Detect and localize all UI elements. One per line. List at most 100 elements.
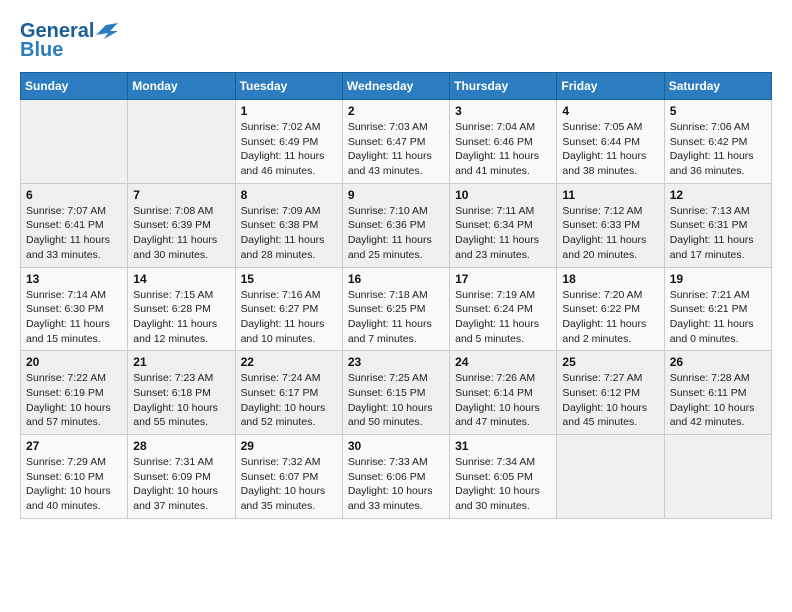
weekday-header-row: SundayMondayTuesdayWednesdayThursdayFrid… <box>21 73 772 100</box>
day-number: 16 <box>348 272 444 286</box>
week-row-1: 1Sunrise: 7:02 AM Sunset: 6:49 PM Daylig… <box>21 100 772 184</box>
day-info: Sunrise: 7:21 AM Sunset: 6:21 PM Dayligh… <box>670 288 766 347</box>
day-number: 30 <box>348 439 444 453</box>
day-info: Sunrise: 7:29 AM Sunset: 6:10 PM Dayligh… <box>26 455 122 514</box>
day-cell: 10 Sunrise: 7:11 AM Sunset: 6:34 PM Dayli… <box>450 183 557 267</box>
day-cell: 22Sunrise: 7:24 AM Sunset: 6:17 PM Dayli… <box>235 351 342 435</box>
day-number: 31 <box>455 439 551 453</box>
week-row-2: 6 Sunrise: 7:07 AM Sunset: 6:41 PM Daylig… <box>21 183 772 267</box>
day-info: Sunrise: 7:11 AM Sunset: 6:34 PM Dayligh… <box>455 204 551 263</box>
day-number: 4 <box>562 104 658 118</box>
day-number: 25 <box>562 355 658 369</box>
day-cell: 18 Sunrise: 7:20 AM Sunset: 6:22 PM Dayli… <box>557 267 664 351</box>
day-number: 26 <box>670 355 766 369</box>
day-cell: 21Sunrise: 7:23 AM Sunset: 6:18 PM Dayli… <box>128 351 235 435</box>
day-cell: 7 Sunrise: 7:08 AM Sunset: 6:39 PM Daylig… <box>128 183 235 267</box>
day-cell: 2 Sunrise: 7:03 AM Sunset: 6:47 PM Daylig… <box>342 100 449 184</box>
day-info: Sunrise: 7:05 AM Sunset: 6:44 PM Dayligh… <box>562 120 658 179</box>
day-info: Sunrise: 7:28 AM Sunset: 6:11 PM Dayligh… <box>670 371 766 430</box>
day-info: Sunrise: 7:31 AM Sunset: 6:09 PM Dayligh… <box>133 455 229 514</box>
day-cell: 30 Sunrise: 7:33 AM Sunset: 6:06 PM Dayli… <box>342 435 449 519</box>
logo-blue: Blue <box>20 39 63 62</box>
day-number: 7 <box>133 188 229 202</box>
weekday-header-sunday: Sunday <box>21 73 128 100</box>
day-info: Sunrise: 7:26 AM Sunset: 6:14 PM Dayligh… <box>455 371 551 430</box>
day-cell: 25 Sunrise: 7:27 AM Sunset: 6:12 PM Dayli… <box>557 351 664 435</box>
day-cell: 5Sunrise: 7:06 AM Sunset: 6:42 PM Daylig… <box>664 100 771 184</box>
day-cell: 12 Sunrise: 7:13 AM Sunset: 6:31 PM Dayli… <box>664 183 771 267</box>
day-cell: 24 Sunrise: 7:26 AM Sunset: 6:14 PM Dayli… <box>450 351 557 435</box>
day-cell: 29 Sunrise: 7:32 AM Sunset: 6:07 PM Dayli… <box>235 435 342 519</box>
day-cell: 6 Sunrise: 7:07 AM Sunset: 6:41 PM Daylig… <box>21 183 128 267</box>
day-info: Sunrise: 7:10 AM Sunset: 6:36 PM Dayligh… <box>348 204 444 263</box>
day-info: Sunrise: 7:15 AM Sunset: 6:28 PM Dayligh… <box>133 288 229 347</box>
week-row-3: 13 Sunrise: 7:14 AM Sunset: 6:30 PM Dayli… <box>21 267 772 351</box>
week-row-4: 20 Sunrise: 7:22 AM Sunset: 6:19 PM Dayli… <box>21 351 772 435</box>
day-info: Sunrise: 7:22 AM Sunset: 6:19 PM Dayligh… <box>26 371 122 430</box>
week-row-5: 27 Sunrise: 7:29 AM Sunset: 6:10 PM Dayli… <box>21 435 772 519</box>
day-number: 13 <box>26 272 122 286</box>
day-info: Sunrise: 7:25 AM Sunset: 6:15 PM Dayligh… <box>348 371 444 430</box>
day-info: Sunrise: 7:33 AM Sunset: 6:06 PM Dayligh… <box>348 455 444 514</box>
day-cell <box>21 100 128 184</box>
day-info: Sunrise: 7:02 AM Sunset: 6:49 PM Dayligh… <box>241 120 337 179</box>
day-cell <box>557 435 664 519</box>
day-info: Sunrise: 7:14 AM Sunset: 6:30 PM Dayligh… <box>26 288 122 347</box>
day-number: 24 <box>455 355 551 369</box>
day-cell: 19 Sunrise: 7:21 AM Sunset: 6:21 PM Dayli… <box>664 267 771 351</box>
day-number: 14 <box>133 272 229 286</box>
day-cell: 4 Sunrise: 7:05 AM Sunset: 6:44 PM Daylig… <box>557 100 664 184</box>
day-cell <box>128 100 235 184</box>
day-number: 18 <box>562 272 658 286</box>
day-info: Sunrise: 7:04 AM Sunset: 6:46 PM Dayligh… <box>455 120 551 179</box>
day-cell: 14 Sunrise: 7:15 AM Sunset: 6:28 PM Dayli… <box>128 267 235 351</box>
day-info: Sunrise: 7:03 AM Sunset: 6:47 PM Dayligh… <box>348 120 444 179</box>
day-number: 12 <box>670 188 766 202</box>
logo-bird-icon <box>96 21 118 43</box>
day-cell: 13 Sunrise: 7:14 AM Sunset: 6:30 PM Dayli… <box>21 267 128 351</box>
day-cell: 20 Sunrise: 7:22 AM Sunset: 6:19 PM Dayli… <box>21 351 128 435</box>
weekday-header-monday: Monday <box>128 73 235 100</box>
day-cell: 28Sunrise: 7:31 AM Sunset: 6:09 PM Dayli… <box>128 435 235 519</box>
day-number: 20 <box>26 355 122 369</box>
day-cell: 15 Sunrise: 7:16 AM Sunset: 6:27 PM Dayli… <box>235 267 342 351</box>
day-number: 15 <box>241 272 337 286</box>
day-cell: 11Sunrise: 7:12 AM Sunset: 6:33 PM Dayli… <box>557 183 664 267</box>
day-number: 17 <box>455 272 551 286</box>
day-info: Sunrise: 7:08 AM Sunset: 6:39 PM Dayligh… <box>133 204 229 263</box>
day-info: Sunrise: 7:13 AM Sunset: 6:31 PM Dayligh… <box>670 204 766 263</box>
day-number: 2 <box>348 104 444 118</box>
day-cell: 27 Sunrise: 7:29 AM Sunset: 6:10 PM Dayli… <box>21 435 128 519</box>
day-cell: 23Sunrise: 7:25 AM Sunset: 6:15 PM Dayli… <box>342 351 449 435</box>
day-number: 29 <box>241 439 337 453</box>
day-number: 10 <box>455 188 551 202</box>
calendar-table: SundayMondayTuesdayWednesdayThursdayFrid… <box>20 72 772 519</box>
day-number: 27 <box>26 439 122 453</box>
day-number: 9 <box>348 188 444 202</box>
day-info: Sunrise: 7:20 AM Sunset: 6:22 PM Dayligh… <box>562 288 658 347</box>
day-cell: 9 Sunrise: 7:10 AM Sunset: 6:36 PM Daylig… <box>342 183 449 267</box>
day-info: Sunrise: 7:07 AM Sunset: 6:41 PM Dayligh… <box>26 204 122 263</box>
day-info: Sunrise: 7:16 AM Sunset: 6:27 PM Dayligh… <box>241 288 337 347</box>
day-info: Sunrise: 7:27 AM Sunset: 6:12 PM Dayligh… <box>562 371 658 430</box>
header: General Blue <box>20 20 772 62</box>
day-cell: 16 Sunrise: 7:18 AM Sunset: 6:25 PM Dayli… <box>342 267 449 351</box>
day-cell <box>664 435 771 519</box>
day-cell: 8Sunrise: 7:09 AM Sunset: 6:38 PM Daylig… <box>235 183 342 267</box>
day-cell: 3 Sunrise: 7:04 AM Sunset: 6:46 PM Daylig… <box>450 100 557 184</box>
day-cell: 31 Sunrise: 7:34 AM Sunset: 6:05 PM Dayli… <box>450 435 557 519</box>
day-cell: 1Sunrise: 7:02 AM Sunset: 6:49 PM Daylig… <box>235 100 342 184</box>
day-info: Sunrise: 7:32 AM Sunset: 6:07 PM Dayligh… <box>241 455 337 514</box>
day-info: Sunrise: 7:18 AM Sunset: 6:25 PM Dayligh… <box>348 288 444 347</box>
weekday-header-tuesday: Tuesday <box>235 73 342 100</box>
day-number: 21 <box>133 355 229 369</box>
day-info: Sunrise: 7:34 AM Sunset: 6:05 PM Dayligh… <box>455 455 551 514</box>
day-number: 3 <box>455 104 551 118</box>
day-cell: 26 Sunrise: 7:28 AM Sunset: 6:11 PM Dayli… <box>664 351 771 435</box>
day-info: Sunrise: 7:24 AM Sunset: 6:17 PM Dayligh… <box>241 371 337 430</box>
weekday-header-saturday: Saturday <box>664 73 771 100</box>
day-info: Sunrise: 7:06 AM Sunset: 6:42 PM Dayligh… <box>670 120 766 179</box>
day-info: Sunrise: 7:09 AM Sunset: 6:38 PM Dayligh… <box>241 204 337 263</box>
day-number: 19 <box>670 272 766 286</box>
day-number: 6 <box>26 188 122 202</box>
